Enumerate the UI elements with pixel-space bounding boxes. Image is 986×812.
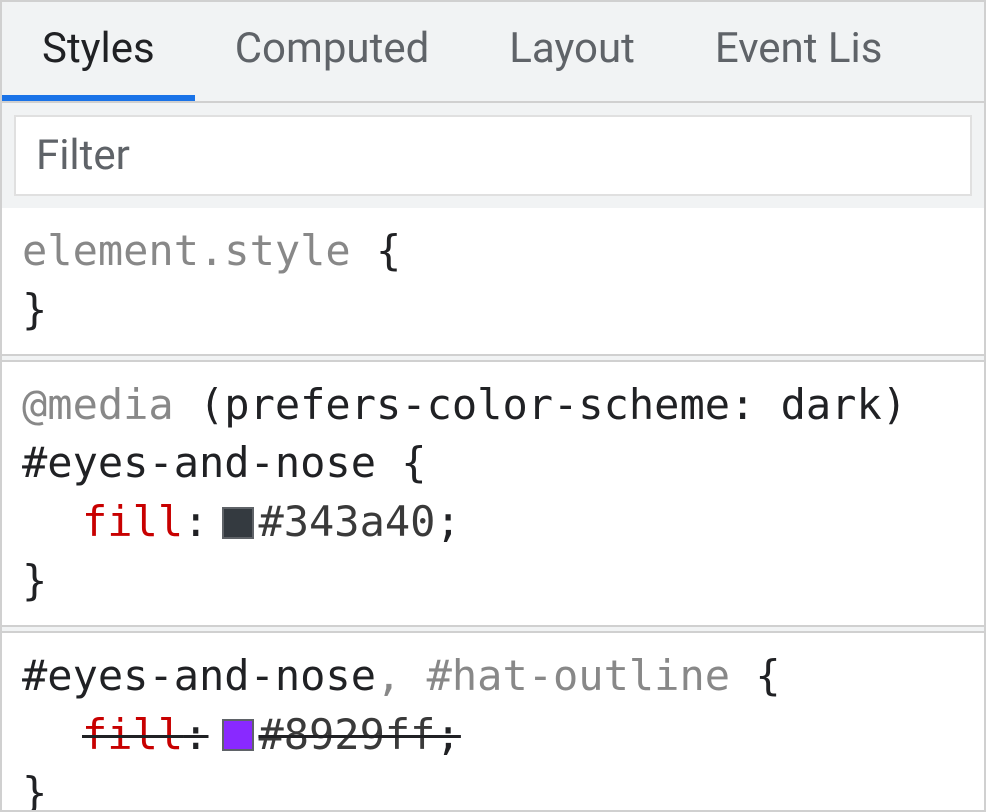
property-value[interactable]: #343a40 — [258, 493, 435, 552]
filter-container — [2, 103, 984, 208]
rules-container: element.style { } @media (prefers-color-… — [2, 208, 984, 810]
element-style-selector[interactable]: element.style — [22, 226, 351, 275]
tab-layout[interactable]: Layout — [469, 2, 675, 101]
close-brace-line: } — [22, 281, 964, 340]
close-brace-line: } — [22, 764, 964, 810]
selector-line: #eyes-and-nose, #hat-outline { — [22, 647, 964, 706]
tab-bar: Styles Computed Layout Event Lis — [2, 2, 984, 103]
property-line-fill-overridden[interactable]: fill: #8929ff; — [22, 706, 964, 765]
rule-block-overridden[interactable]: #eyes-and-nose, #hat-outline { fill: #892… — [2, 631, 984, 810]
semicolon: ; — [435, 493, 460, 552]
styles-panel: Styles Computed Layout Event Lis element… — [0, 0, 986, 812]
filter-input[interactable] — [14, 115, 972, 196]
property-colon: : — [183, 493, 208, 552]
property-name[interactable]: fill — [82, 706, 183, 765]
rule-selector-dim[interactable]: #hat-outline — [427, 651, 730, 700]
tab-styles[interactable]: Styles — [2, 2, 195, 101]
semicolon: ; — [435, 706, 460, 765]
open-brace: { — [730, 651, 781, 700]
open-brace: { — [351, 226, 402, 275]
close-brace-line: } — [22, 552, 964, 611]
close-brace: } — [22, 285, 47, 334]
selector-comma: , — [376, 651, 427, 700]
color-swatch-icon[interactable] — [222, 719, 254, 751]
rule-selector[interactable]: #eyes-and-nose — [22, 438, 376, 487]
selector-line: element.style { — [22, 222, 964, 281]
property-colon: : — [183, 706, 208, 765]
media-line: @media (prefers-color-scheme: dark) — [22, 376, 964, 435]
media-keyword: @media — [22, 380, 174, 429]
media-condition: (prefers-color-scheme: dark) — [174, 380, 907, 429]
open-brace: { — [376, 438, 427, 487]
close-brace: } — [22, 556, 47, 605]
property-line-fill[interactable]: fill: #343a40; — [22, 493, 964, 552]
color-swatch-icon[interactable] — [222, 507, 254, 539]
rule-selector-active[interactable]: #eyes-and-nose — [22, 651, 376, 700]
tab-computed[interactable]: Computed — [195, 2, 470, 101]
selector-line: #eyes-and-nose { — [22, 434, 964, 493]
property-name[interactable]: fill — [82, 493, 183, 552]
close-brace: } — [22, 768, 47, 810]
tab-event-listeners[interactable]: Event Lis — [675, 2, 923, 101]
element-style-rule[interactable]: element.style { } — [2, 208, 984, 356]
property-value[interactable]: #8929ff — [258, 706, 435, 765]
media-rule-block[interactable]: @media (prefers-color-scheme: dark) #eye… — [2, 360, 984, 627]
